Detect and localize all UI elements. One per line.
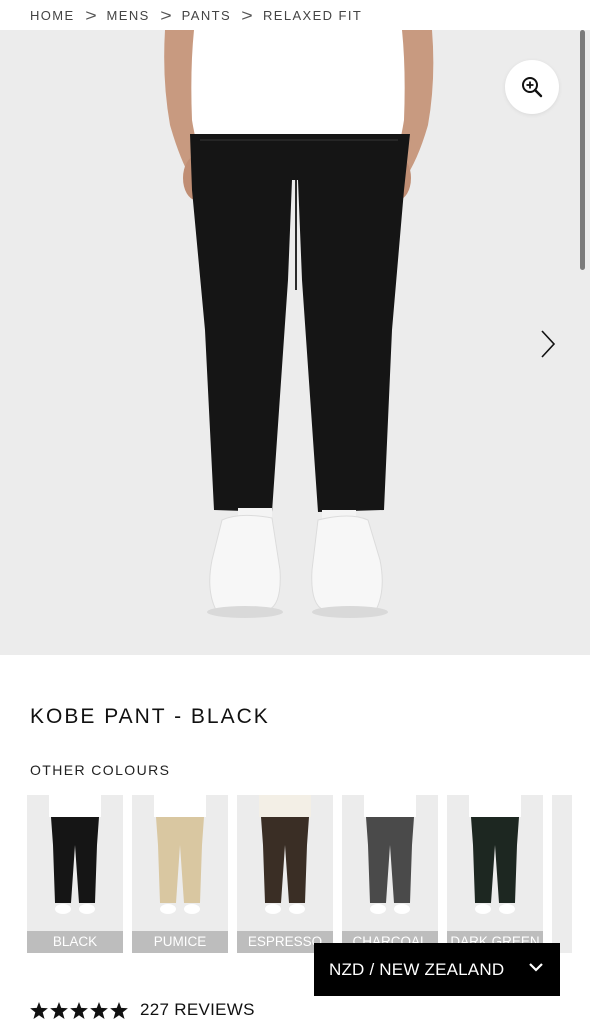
breadcrumb-separator: >: [84, 5, 97, 25]
currency-label: NZD / NEW ZEALAND: [329, 959, 505, 979]
zoom-button[interactable]: [505, 60, 559, 114]
swatch-label: PUMICE: [132, 931, 228, 953]
breadcrumb-separator: >: [159, 5, 172, 25]
star-icon: [70, 1001, 88, 1019]
breadcrumb-separator: >: [241, 5, 253, 25]
swatch-image: [154, 795, 206, 914]
breadcrumb: HOME > MENS > PANTS > RELAXED FIT: [0, 0, 590, 30]
currency-selector[interactable]: NZD / NEW ZEALAND: [314, 943, 560, 996]
breadcrumb-pants[interactable]: PANTS: [182, 8, 231, 23]
star-icon: [110, 1001, 128, 1019]
swatch-pumice[interactable]: PUMICE: [132, 795, 228, 953]
other-colours-label: OTHER COLOURS: [30, 762, 171, 778]
product-photo: [164, 30, 434, 618]
reviews-link[interactable]: 227 REVIEWS: [140, 1000, 255, 1020]
swatch-partial[interactable]: [552, 795, 572, 953]
product-title: KOBE PANT - BLACK: [30, 705, 270, 728]
product-hero-image[interactable]: [0, 30, 590, 655]
swatch-black[interactable]: BLACK: [27, 795, 123, 953]
swatch-charcoal[interactable]: CHARCOAL: [342, 795, 438, 953]
chevron-right-icon: [541, 330, 556, 358]
scrollbar[interactable]: [580, 30, 585, 270]
colour-swatches: BLACK PUMICE ESPRESSO CHARCOAL DARK GREE…: [27, 795, 590, 955]
swatch-image: [364, 795, 416, 914]
star-icon: [50, 1001, 68, 1019]
star-icon: [90, 1001, 108, 1019]
swatch-label: BLACK: [27, 931, 123, 953]
product-rating: 227 REVIEWS: [30, 1000, 255, 1020]
swatch-image: [49, 795, 101, 914]
breadcrumb-relaxed-fit[interactable]: RELAXED FIT: [263, 8, 362, 23]
swatch-espresso[interactable]: ESPRESSO: [237, 795, 333, 953]
breadcrumb-mens[interactable]: MENS: [107, 8, 150, 23]
breadcrumb-home[interactable]: HOME: [30, 8, 75, 23]
swatch-image: [259, 795, 311, 914]
star-rating: [30, 1001, 128, 1019]
next-image-button[interactable]: [530, 322, 566, 366]
swatch-dark-green[interactable]: DARK GREEN: [447, 795, 543, 953]
star-icon: [30, 1001, 48, 1019]
zoom-in-icon: [522, 77, 543, 98]
swatch-image: [469, 795, 521, 914]
chevron-down-icon: [529, 963, 543, 972]
